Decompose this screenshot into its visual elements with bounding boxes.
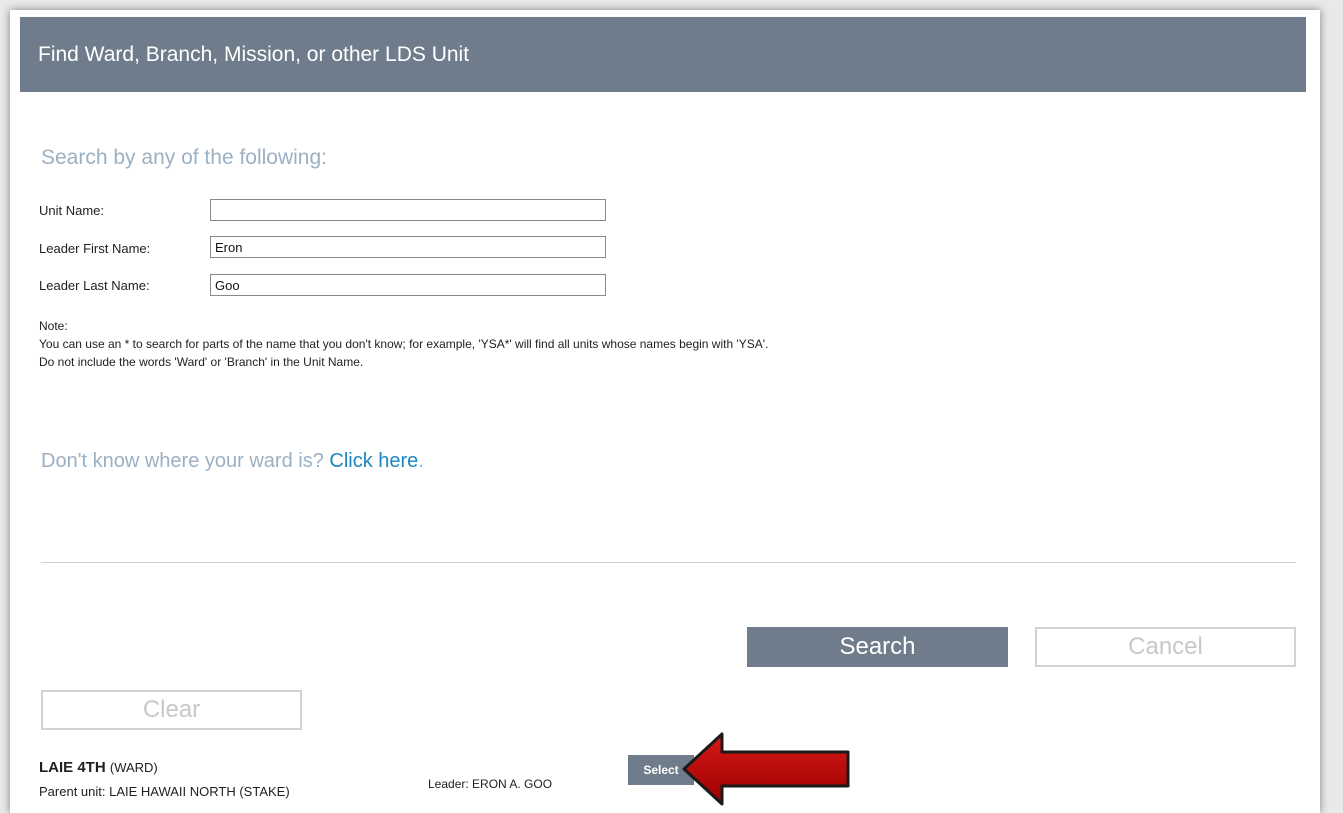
result-unit-name: LAIE 4TH (WARD): [39, 759, 158, 776]
note-exclude-text: Do not include the words 'Ward' or 'Bran…: [39, 355, 364, 369]
leader-first-name-label: Leader First Name:: [39, 241, 151, 256]
note-title: Note:: [39, 319, 68, 333]
red-arrow-icon: [682, 732, 850, 806]
note-wildcard-text: You can use an * to search for parts of …: [39, 337, 769, 351]
cancel-button[interactable]: Cancel: [1035, 627, 1296, 667]
parent-unit-text: Parent unit: LAIE HAWAII NORTH (STAKE): [39, 784, 290, 799]
search-heading: Search by any of the following:: [41, 146, 328, 169]
help-prompt: Don't know where your ward is?: [41, 450, 330, 472]
unit-name-label: Unit Name:: [39, 203, 105, 218]
search-button[interactable]: Search: [747, 627, 1008, 667]
unit-name-input[interactable]: [210, 199, 606, 221]
leader-first-name-input[interactable]: [210, 236, 606, 258]
leader-last-name-input[interactable]: [210, 274, 606, 296]
clear-button[interactable]: Clear: [41, 690, 302, 730]
dialog-title: Find Ward, Branch, Mission, or other LDS…: [20, 17, 1306, 92]
help-suffix: .: [418, 450, 424, 472]
unit-name-text: LAIE 4TH: [39, 759, 106, 776]
click-here-link[interactable]: Click here: [329, 450, 418, 472]
help-text: Don't know where your ward is? Click her…: [41, 450, 424, 473]
unit-type-text: (WARD): [109, 760, 158, 775]
find-unit-dialog: Find Ward, Branch, Mission, or other LDS…: [10, 10, 1320, 813]
leader-last-name-label: Leader Last Name:: [39, 278, 150, 293]
leader-text: Leader: ERON A. GOO: [428, 777, 553, 791]
section-divider: [41, 562, 1296, 563]
